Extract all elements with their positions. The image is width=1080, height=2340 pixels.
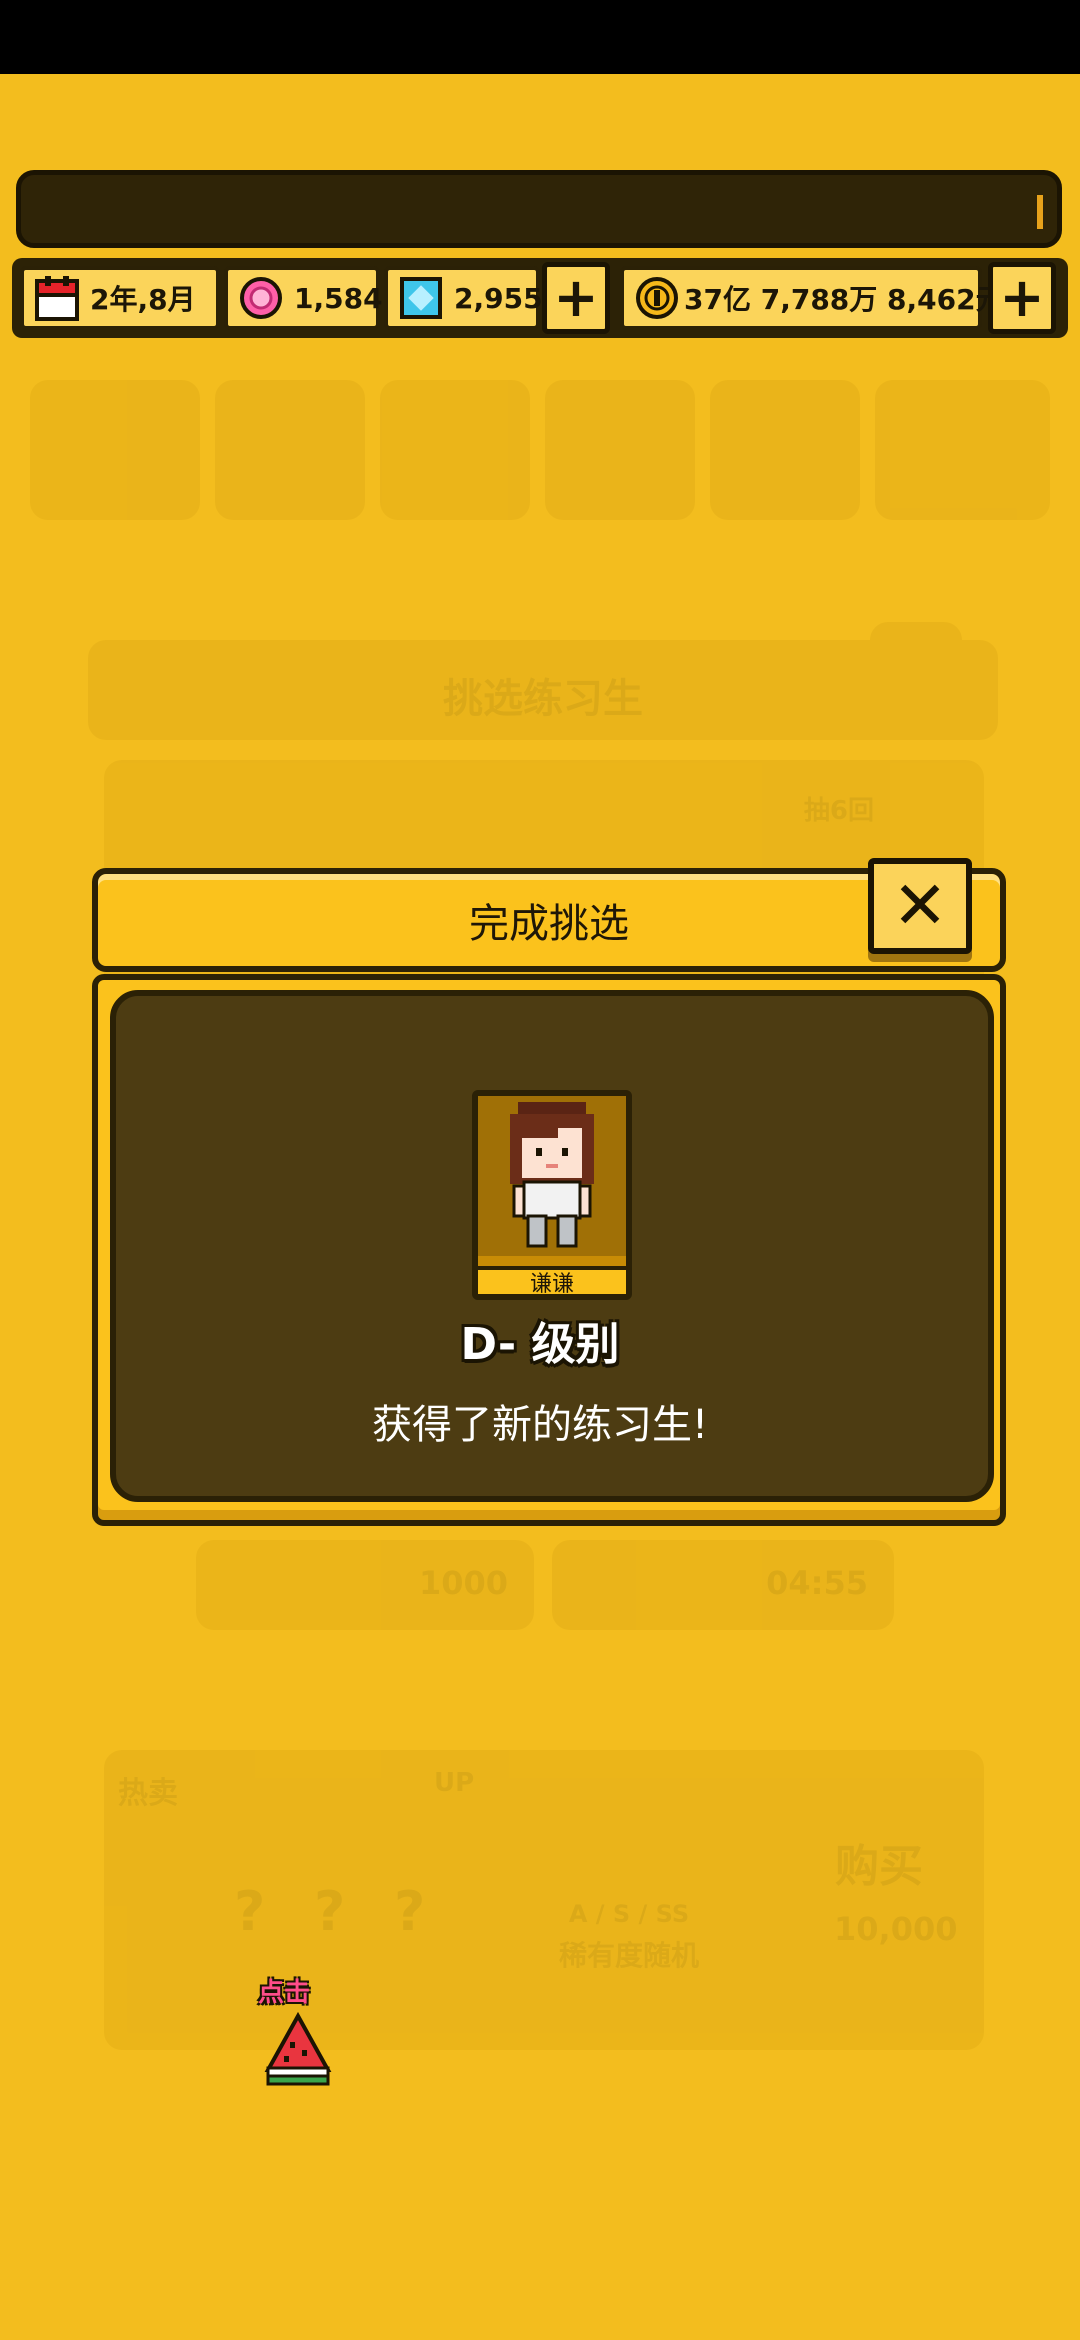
blue-gem-chip: 2,955 (384, 266, 543, 330)
watermelon-icon[interactable] (264, 2011, 332, 2086)
date-chip: 2年,8月 (20, 266, 220, 330)
bg-tile (710, 380, 860, 520)
bg-timer-value: 04:55 (766, 1564, 868, 1602)
result-message: 获得了新的练习生! (371, 1402, 709, 1448)
blue-gem-icon (398, 275, 444, 321)
pink-gem-icon (238, 275, 284, 321)
trainee-portrait (478, 1096, 626, 1256)
bg-question-mark: ? (394, 1880, 426, 1943)
top-input-bar[interactable] (16, 170, 1062, 248)
tap-hint-label[interactable]: 点击 (258, 1972, 338, 2012)
bg-panel-title: 挑选练习生 (443, 676, 643, 722)
trainee-name: 谦谦 (478, 1266, 626, 1294)
bg-question-mark: ? (234, 1880, 266, 1943)
bg-shop-panel: 热卖 UP ? ? ? A / S / SS 稀有度随机 购买 10,000 (104, 1750, 984, 2050)
trainee-sprite-icon (510, 1102, 594, 1248)
modal-title: 完成挑选 (469, 901, 629, 947)
date-text: 2年,8月 (90, 283, 196, 316)
bg-tile (30, 380, 200, 520)
pink-gem-count: 1,584 (294, 281, 383, 315)
bg-tile (215, 380, 365, 520)
plus-icon: + (999, 266, 1045, 329)
pink-gem-chip: 1,584 (224, 266, 383, 330)
calendar-icon (34, 275, 80, 321)
close-icon: ✕ (892, 867, 948, 944)
money-chip: 37亿 7,788万 8,462元 (620, 266, 1004, 330)
add-gems-button[interactable]: + (542, 262, 610, 334)
money-amount: 37亿 7,788万 8,462元 (684, 283, 1004, 316)
bg-tile (380, 380, 530, 520)
resource-bar: 2年,8月 1,584 2,955 + 37亿 7,788万 8,462元 + (12, 258, 1068, 338)
bg-rarity-line1: A / S / SS (568, 1900, 690, 1928)
bg-hot-label: 热卖 (118, 1776, 178, 1811)
bg-draw-label: 抽6回 (803, 796, 874, 826)
bg-cost-box: 1000 (196, 1540, 534, 1630)
bg-panel-header: 挑选练习生 (88, 640, 998, 740)
bg-tile (875, 380, 1050, 520)
blue-gem-count: 2,955 (454, 281, 543, 315)
bg-up-label: UP (434, 1768, 475, 1798)
scroll-indicator (1037, 195, 1043, 229)
bg-timer-box: 04:55 (552, 1540, 894, 1630)
coin-icon (634, 275, 680, 321)
status-bar (0, 0, 1080, 74)
bg-cost-value: 1000 (418, 1564, 508, 1602)
bg-buy-price: 10,000 (834, 1910, 958, 1948)
bg-buy-label: 购买 (835, 1841, 923, 1892)
trainee-card[interactable]: 谦谦 (472, 1090, 632, 1300)
add-money-button[interactable]: + (988, 262, 1056, 334)
bg-close-button (870, 622, 962, 706)
bg-rarity-line2: 稀有度随机 (558, 1939, 699, 1972)
bg-question-mark: ? (314, 1880, 346, 1943)
bg-tile (545, 380, 695, 520)
trainee-grade: D- 级别 (460, 1319, 620, 1370)
plus-icon: + (553, 266, 599, 329)
close-button[interactable]: ✕ (868, 858, 972, 954)
